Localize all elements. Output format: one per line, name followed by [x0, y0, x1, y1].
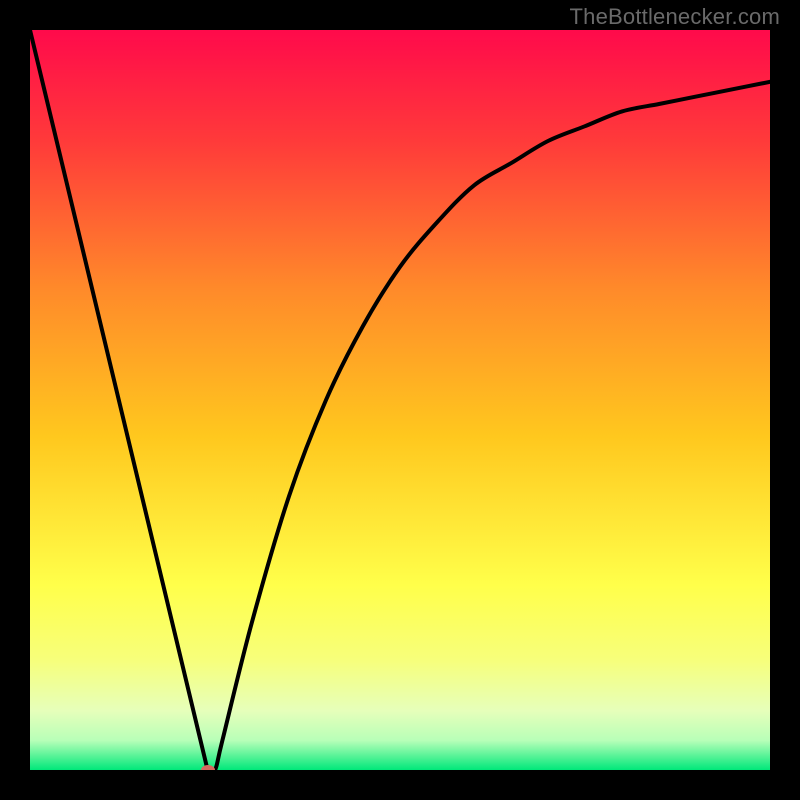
bottleneck-curve: [30, 30, 770, 770]
optimal-point-marker: [201, 765, 215, 770]
plot-area: [30, 30, 770, 770]
watermark-text: TheBottlenecker.com: [570, 4, 780, 30]
chart-frame: TheBottlenecker.com: [0, 0, 800, 800]
